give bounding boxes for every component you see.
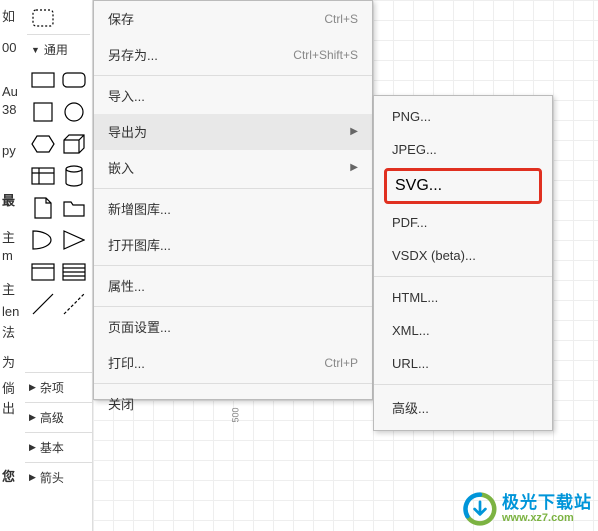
bg-text: 出 (2, 398, 15, 417)
submenu-advanced[interactable]: 高级... (374, 389, 552, 426)
bg-text: 最 (2, 190, 15, 209)
menu-separator (94, 75, 372, 76)
file-menu: 保存 Ctrl+S 另存为... Ctrl+Shift+S 导入... 导出为 ▶ 嵌… (93, 0, 373, 400)
chevron-right-icon: ▶ (29, 472, 36, 483)
shape-square[interactable] (27, 96, 59, 128)
menu-shortcut: Ctrl+Shift+S (293, 48, 358, 62)
shapes-sidebar: ▼ 通用 (25, 0, 93, 531)
submenu-jpeg[interactable]: JPEG... (374, 133, 552, 166)
submenu-pdf[interactable]: PDF... (374, 206, 552, 239)
bg-text: py (2, 143, 16, 158)
shape-dashed-line[interactable] (59, 288, 91, 320)
submenu-svg[interactable]: SVG... (395, 177, 531, 195)
menu-label: 关闭 (108, 394, 134, 413)
shape-table[interactable] (27, 160, 59, 192)
shape-cube[interactable] (59, 128, 91, 160)
menu-label: 保存 (108, 9, 134, 28)
submenu-arrow-icon: ▶ (350, 126, 358, 137)
shape-halfcircle[interactable] (27, 224, 59, 256)
menu-label: 页面设置... (108, 317, 171, 336)
bg-text: 为 (2, 352, 15, 371)
menu-export-as[interactable]: 导出为 ▶ (94, 114, 372, 150)
menu-close[interactable]: 关闭 (94, 386, 372, 422)
menu-label: 导入... (108, 86, 145, 105)
menu-label: 打印... (108, 353, 145, 372)
category-basic[interactable]: ▶ 基本 (25, 432, 92, 462)
bg-text: Au (2, 84, 18, 99)
bg-text: 00 (2, 40, 16, 55)
menu-import[interactable]: 导入... (94, 78, 372, 114)
shape-list[interactable] (59, 256, 91, 288)
menu-shortcut: Ctrl+P (324, 356, 358, 370)
export-submenu: PNG... JPEG... SVG... PDF... VSDX (beta)… (373, 95, 553, 431)
menu-label: 嵌入 (108, 158, 134, 177)
bg-text: 法 (2, 322, 15, 341)
bg-text: len (2, 304, 19, 319)
bg-text: 倘 (2, 378, 15, 397)
watermark: 极光下载站 www.xz7.com (462, 491, 592, 527)
menu-label: 属性... (108, 276, 145, 295)
category-label: 高级 (40, 409, 64, 426)
bg-text: m (2, 248, 13, 263)
shape-window[interactable] (27, 256, 59, 288)
submenu-url[interactable]: URL... (374, 347, 552, 380)
menu-embed[interactable]: 嵌入 ▶ (94, 150, 372, 186)
category-label: 通用 (44, 41, 68, 58)
menu-save[interactable]: 保存 Ctrl+S (94, 1, 372, 37)
chevron-right-icon: ▶ (29, 412, 36, 423)
submenu-arrow-icon: ▶ (350, 162, 358, 173)
shape-folder[interactable] (59, 192, 91, 224)
category-label: 杂项 (40, 379, 64, 396)
menu-shortcut: Ctrl+S (324, 12, 358, 26)
category-advanced[interactable]: ▶ 高级 (25, 402, 92, 432)
menu-save-as[interactable]: 另存为... Ctrl+Shift+S (94, 37, 372, 73)
bg-text: 如 (2, 6, 15, 25)
menu-separator (374, 276, 552, 277)
watermark-url: www.xz7.com (502, 512, 592, 524)
category-label: 基本 (40, 439, 64, 456)
menu-separator (94, 265, 372, 266)
menu-label: 新增图库... (108, 199, 171, 218)
shape-triangle[interactable] (59, 224, 91, 256)
watermark-title: 极光下载站 (502, 494, 592, 513)
bg-text: 38 (2, 102, 16, 117)
submenu-xml[interactable]: XML... (374, 314, 552, 347)
shape-page[interactable] (27, 192, 59, 224)
menu-properties[interactable]: 属性... (94, 268, 372, 304)
menu-label: 导出为 (108, 122, 147, 141)
shape-rounded-rect[interactable] (59, 64, 91, 96)
category-misc[interactable]: ▶ 杂项 (25, 372, 92, 402)
category-arrow[interactable]: ▶ 箭头 (25, 462, 92, 492)
shape-cylinder[interactable] (59, 160, 91, 192)
chevron-right-icon: ▶ (29, 382, 36, 393)
bg-text: 主 (2, 227, 15, 246)
menu-label: 打开图库... (108, 235, 171, 254)
menu-label: 另存为... (108, 45, 158, 64)
shape-circle[interactable] (59, 96, 91, 128)
shape-selection-dashed[interactable] (27, 2, 59, 34)
menu-separator (94, 188, 372, 189)
chevron-down-icon: ▼ (31, 45, 40, 55)
menu-open-library[interactable]: 打开图库... (94, 227, 372, 263)
submenu-html[interactable]: HTML... (374, 281, 552, 314)
menu-separator (374, 384, 552, 385)
menu-print[interactable]: 打印... Ctrl+P (94, 345, 372, 381)
submenu-png[interactable]: PNG... (374, 100, 552, 133)
category-label: 箭头 (40, 469, 64, 486)
chevron-right-icon: ▶ (29, 442, 36, 453)
menu-new-library[interactable]: 新增图库... (94, 191, 372, 227)
menu-separator (94, 306, 372, 307)
category-general[interactable]: ▼ 通用 (27, 34, 90, 64)
watermark-logo-icon (462, 491, 498, 527)
shape-rectangle[interactable] (27, 64, 59, 96)
menu-page-setup[interactable]: 页面设置... (94, 309, 372, 345)
submenu-vsdx[interactable]: VSDX (beta)... (374, 239, 552, 272)
menu-separator (94, 383, 372, 384)
bg-text: 主 (2, 279, 15, 298)
bg-text: 您 (2, 466, 15, 485)
shape-line[interactable] (27, 288, 59, 320)
shape-hexagon[interactable] (27, 128, 59, 160)
submenu-svg-highlighted: SVG... (384, 168, 542, 204)
